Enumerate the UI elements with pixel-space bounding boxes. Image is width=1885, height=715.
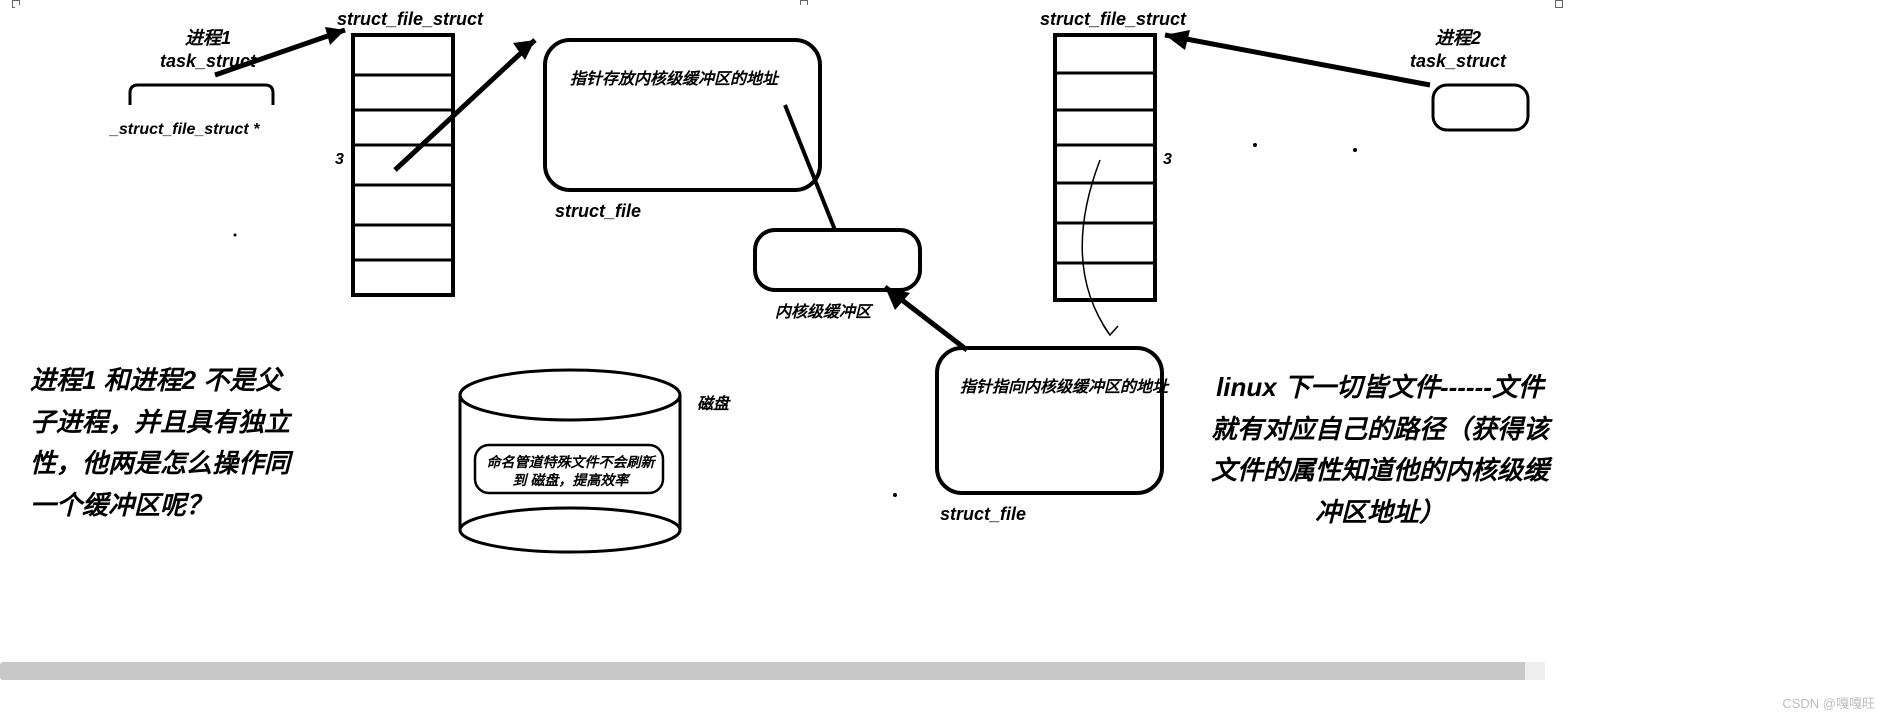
- struct-file-right-box: [937, 348, 1162, 493]
- left-paragraph: 进程1 和进程2 不是父子进程，并且具有独立性，他两是怎么操作同一个缓冲区呢？: [30, 360, 295, 526]
- svg-layer: [15, 5, 1550, 690]
- struct-file-left-box: [545, 40, 820, 190]
- right-paragraph: linux 下一切皆文件------文件就有对应自己的路径（获得该文件的属性知道…: [1210, 367, 1550, 533]
- right-file-struct-table: [1055, 35, 1155, 300]
- struct-file-right-inner: 指针指向内核级缓冲区的地址: [960, 378, 1168, 399]
- horizontal-scrollbar[interactable]: [0, 662, 1545, 680]
- watermark: CSDN @嘎嘎旺: [1782, 693, 1875, 712]
- right-table-index: 3: [1163, 150, 1172, 171]
- kernel-buffer-box: [755, 230, 920, 290]
- process1-ptr-label: _struct_file_struct *: [110, 120, 259, 141]
- left-table-title: struct_file_struct: [337, 8, 483, 31]
- thin-connector-right: [1082, 160, 1110, 335]
- struct-file-left-inner: 指针存放内核级缓冲区的地址: [570, 70, 778, 91]
- struct-file-left-caption: struct_file: [555, 200, 641, 223]
- process1-box: [130, 85, 273, 105]
- kernel-buffer-caption: 内核级缓冲区: [775, 303, 871, 324]
- struct-file-right-caption: struct_file: [940, 503, 1026, 526]
- process2-title: 进程2 task_struct: [1410, 27, 1506, 74]
- diagram-canvas: 进程1 task_struct _struct_file_struct * st…: [15, 5, 1550, 690]
- right-table-title: struct_file_struct: [1040, 8, 1186, 31]
- process2-box: [1433, 85, 1528, 130]
- disk-inner-text: 命名管道特殊文件不会刷新到 磁盘，提高效率: [483, 453, 658, 489]
- left-table-index: 3: [335, 150, 344, 171]
- disk-caption: 磁盘: [697, 395, 729, 416]
- process1-title: 进程1 task_struct: [160, 27, 256, 74]
- arrow-p2-to-table: [1165, 35, 1430, 85]
